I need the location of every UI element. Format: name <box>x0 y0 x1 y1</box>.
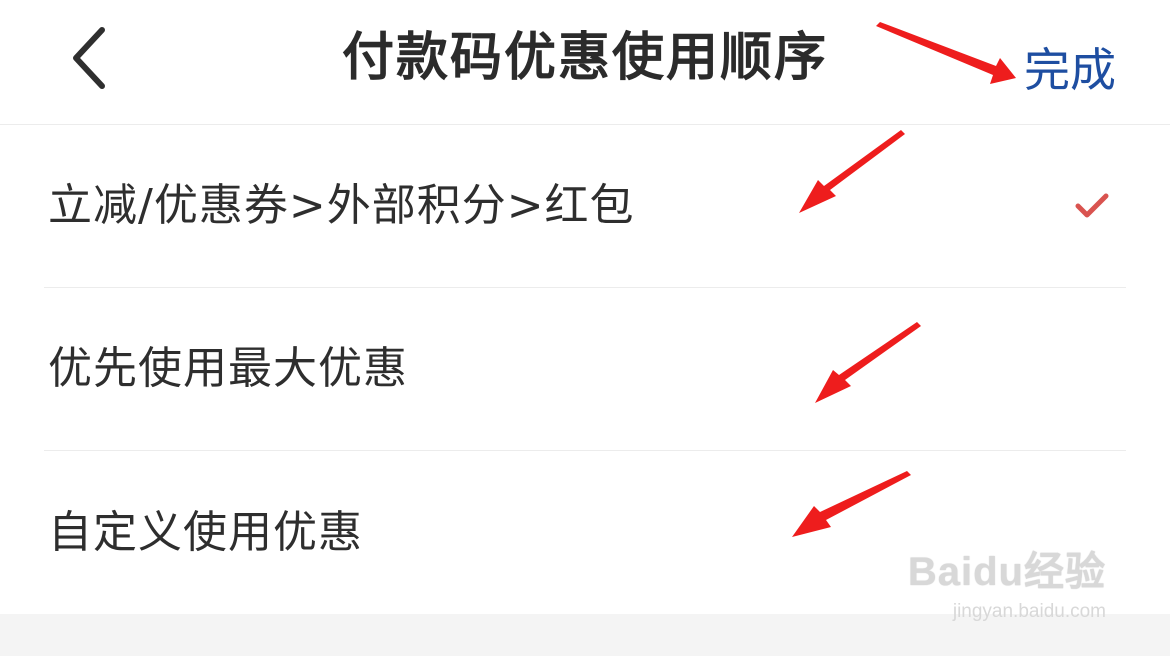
option-item-default-order[interactable]: 立减/优惠券>外部积分>红包 <box>44 125 1126 288</box>
option-label: 自定义使用优惠 <box>48 506 363 558</box>
option-item-max-discount-first[interactable]: 优先使用最大优惠 <box>44 288 1126 451</box>
watermark-url: jingyan.baidu.com <box>952 601 1106 622</box>
page-title: 付款码优惠使用顺序 <box>341 28 828 88</box>
option-label: 优先使用最大优惠 <box>48 343 408 394</box>
watermark-brand: Baidu经验 <box>907 550 1106 594</box>
app-screen: 付款码优惠使用顺序 完成 立减/优惠券>外部积分>红包 优先使用最大优惠 自定义… <box>0 0 1170 656</box>
navigation-bar: 付款码优惠使用顺序 完成 <box>0 0 1170 125</box>
done-button[interactable]: 完成 <box>1024 40 1116 100</box>
option-label: 立减/优惠券>外部积分>红包 <box>48 180 635 231</box>
checkmark-icon <box>1074 191 1110 221</box>
watermark: Baidu经验 jingyan.baidu.com <box>896 548 1106 624</box>
